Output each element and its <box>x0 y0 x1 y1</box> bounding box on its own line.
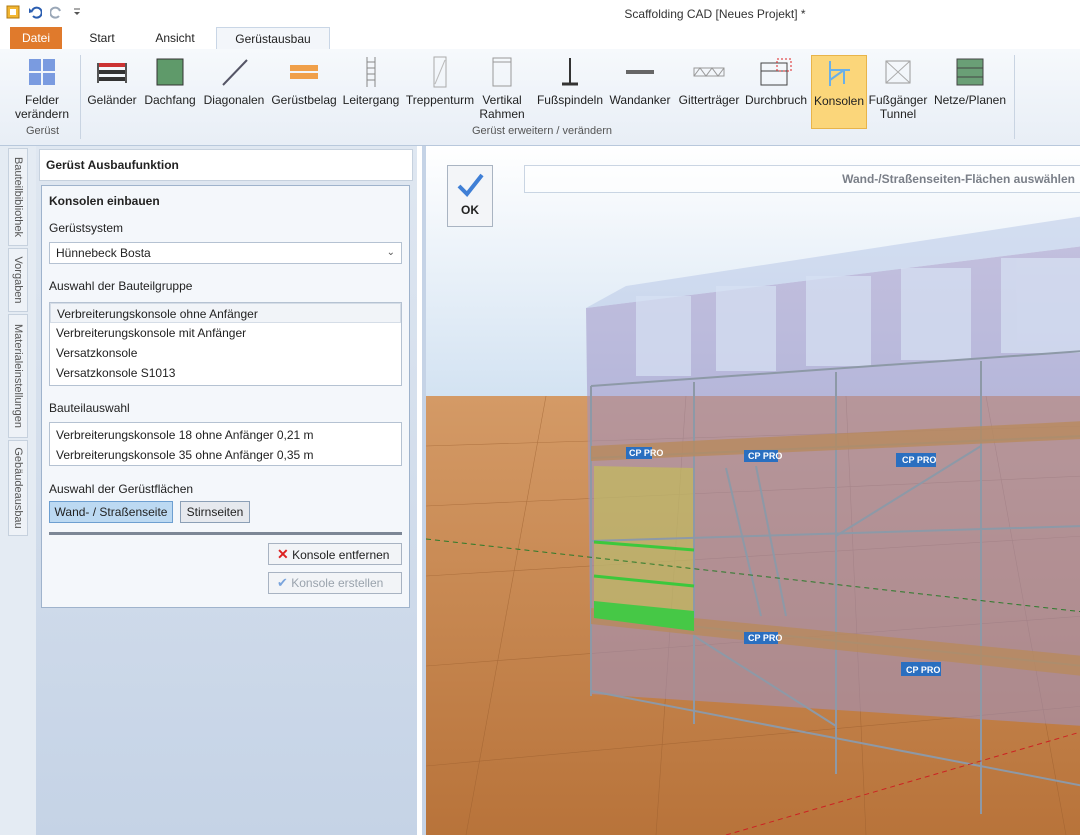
checkmark-icon: ✔ <box>277 575 288 590</box>
leitergang-button[interactable]: Leitergang <box>340 55 402 129</box>
opening-icon <box>760 58 792 86</box>
ladder-icon <box>366 57 376 87</box>
diagonalen-button[interactable]: Diagonalen <box>200 55 268 129</box>
bracket-icon <box>829 61 850 86</box>
gittertraeger-button[interactable]: Gitterträger <box>675 55 743 129</box>
svg-text:CP PRO: CP PRO <box>629 448 663 458</box>
wall-anchor-icon <box>626 70 654 74</box>
ausbau-panel: Gerüst Ausbaufunktion Konsolen einbauen … <box>36 146 417 835</box>
list-item[interactable]: Versatzkonsole <box>50 343 401 363</box>
chevron-down-icon: ⌄ <box>386 247 395 258</box>
selection-hint: Wand-/Straßenseiten-Flächen auswählen <box>524 165 1080 193</box>
group-label: Auswahl der Bauteilgruppe <box>49 279 193 293</box>
surface-wall-button[interactable]: Wand- / Straßenseite <box>49 501 173 523</box>
tab-ansicht[interactable]: Ansicht <box>140 27 210 49</box>
3d-viewport[interactable]: CP PRO CP PRO CP PRO CP PRO CP PRO OK Wa… <box>422 146 1080 835</box>
group-list: Verbreiterungskonsole ohne Anfänger Verb… <box>49 302 402 386</box>
svg-text:CP PRO: CP PRO <box>902 455 936 465</box>
system-label: Gerüstsystem <box>49 221 124 235</box>
durchbruch-button[interactable]: Durchbruch <box>744 55 808 129</box>
create-bracket-button[interactable]: ✔ Konsole erstellen <box>268 572 402 594</box>
remove-bracket-button[interactable]: ✕ Konsole entfernen <box>268 543 402 565</box>
window-title: Scaffolding CAD [Neues Projekt] * <box>624 7 806 21</box>
diagonal-icon <box>222 59 248 86</box>
netze-planen-button[interactable]: Netze/Planen <box>930 55 1010 129</box>
divider <box>49 532 402 535</box>
list-item[interactable]: Verbreiterungskonsole 35 ohne Anfänger 0… <box>50 445 401 465</box>
list-item[interactable]: Verbreiterungskonsole mit Anfänger <box>50 323 401 343</box>
surface-end-button[interactable]: Stirnseiten <box>180 501 250 523</box>
panel-header: Gerüst Ausbaufunktion <box>39 149 413 181</box>
form-title: Konsolen einbauen <box>49 194 160 208</box>
felder-veraendern-button[interactable]: Felder verändern <box>10 55 74 129</box>
side-tab-strip: Bauteilbibliothek Vorgaben Materialeinst… <box>0 146 37 835</box>
konsolen-button[interactable]: Konsolen <box>811 55 867 129</box>
railing-icon <box>97 63 127 83</box>
group-label-erweitern: Gerüst erweitern / verändern <box>472 125 613 137</box>
stair-tower-icon <box>433 56 447 88</box>
wandanker-button[interactable]: Wandanker <box>606 55 674 129</box>
ok-button[interactable]: OK <box>447 165 493 227</box>
fussspindeln-button[interactable]: Fußspindeln <box>536 55 604 129</box>
grid-icon <box>29 59 55 85</box>
tab-geruestausbau[interactable]: Gerüstausbau <box>216 27 330 51</box>
roof-catch-icon <box>156 58 184 86</box>
pedestrian-tunnel-icon <box>885 60 911 84</box>
side-tab-materialeinstellungen[interactable]: Materialeinstellungen <box>8 314 28 438</box>
close-icon: ✕ <box>277 546 289 562</box>
side-tab-vorgaben[interactable]: Vorgaben <box>8 248 28 312</box>
dachfang-button[interactable]: Dachfang <box>141 55 199 129</box>
gelaender-button[interactable]: Geländer <box>84 55 140 129</box>
parts-list: Verbreiterungskonsole 18 ohne Anfänger 0… <box>49 422 402 466</box>
title-bar: Scaffolding CAD [Neues Projekt] * <box>0 0 1080 27</box>
vertical-frame-icon <box>492 57 512 87</box>
base-jack-icon <box>562 58 578 86</box>
ribbon-tabs: Datei Start Ansicht Gerüstausbau <box>0 27 1080 51</box>
surfaces-label: Auswahl der Gerüstflächen <box>49 482 194 496</box>
fussgaenger-tunnel-button[interactable]: Fußgänger Tunnel <box>868 55 928 129</box>
konsolen-form: Konsolen einbauen Gerüstsystem Hünnebeck… <box>41 185 410 608</box>
side-tab-gebaeudeausbau[interactable]: Gebäudeausbau <box>8 440 28 536</box>
vertikal-rahmen-button[interactable]: Vertikal Rahmen <box>478 55 526 129</box>
ribbon: Felder verändern Gerüst Geländer Dachfan… <box>0 49 1080 146</box>
scaffold-scene: CP PRO CP PRO CP PRO CP PRO CP PRO <box>426 146 1080 835</box>
lattice-girder-icon <box>693 67 725 77</box>
svg-text:CP PRO: CP PRO <box>748 633 782 643</box>
list-item[interactable]: Versatzkonsole S1013 <box>50 363 401 383</box>
ribbon-separator <box>80 55 81 139</box>
system-select[interactable]: Hünnebeck Bosta ⌄ <box>49 242 402 264</box>
tab-start[interactable]: Start <box>72 27 132 49</box>
svg-text:CP PRO: CP PRO <box>906 665 940 675</box>
deck-icon <box>290 65 318 79</box>
list-item[interactable]: Verbreiterungskonsole ohne Anfänger <box>50 303 401 323</box>
ribbon-separator <box>1014 55 1015 139</box>
checkmark-icon <box>457 173 484 198</box>
group-label-geruest: Gerüst <box>26 125 60 137</box>
svg-text:CP PRO: CP PRO <box>748 451 782 461</box>
list-item[interactable]: Verbreiterungskonsole 18 ohne Anfänger 0… <box>50 425 401 445</box>
tab-datei[interactable]: Datei <box>10 27 62 49</box>
side-tab-bauteilbibliothek[interactable]: Bauteilbibliothek <box>8 148 28 246</box>
geruestbelag-button[interactable]: Gerüstbelag <box>268 55 340 129</box>
nets-icon <box>956 58 984 86</box>
parts-label: Bauteilauswahl <box>49 401 130 415</box>
treppenturm-button[interactable]: Treppenturm <box>404 55 476 129</box>
